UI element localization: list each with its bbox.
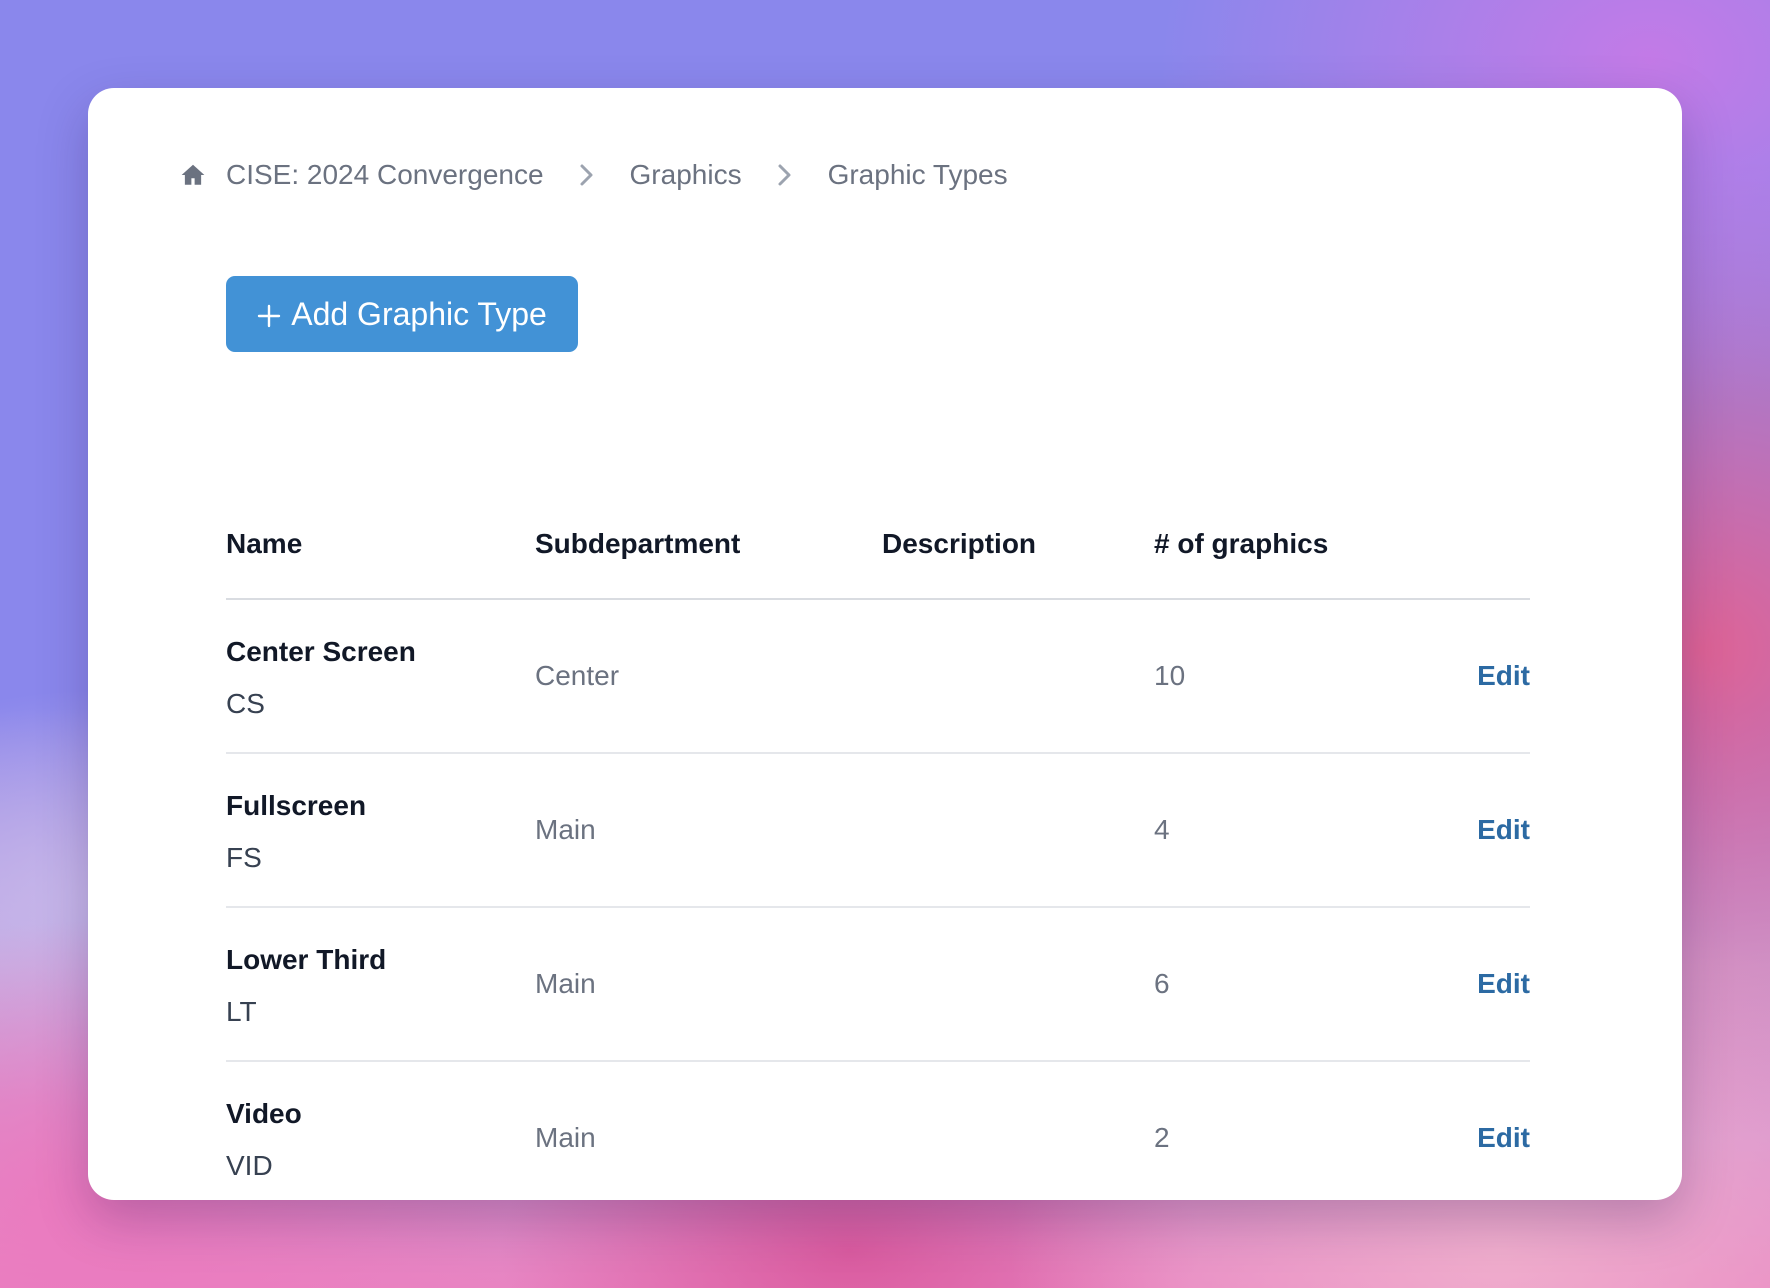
- name-cell: Fullscreen FS: [226, 790, 366, 874]
- subdepartment-cell: Main: [535, 968, 596, 999]
- subdepartment-cell: Main: [535, 1122, 596, 1153]
- breadcrumb-item-graphics[interactable]: Graphics: [630, 159, 742, 191]
- add-graphic-type-button[interactable]: Add Graphic Type: [226, 276, 578, 352]
- graphic-type-code: VID: [226, 1150, 273, 1181]
- edit-link[interactable]: Edit: [1477, 968, 1530, 1000]
- name-cell: Lower Third LT: [226, 944, 386, 1028]
- breadcrumb-item-graphic-types[interactable]: Graphic Types: [828, 159, 1008, 191]
- column-header-count[interactable]: # of graphics: [1154, 528, 1328, 560]
- edit-link[interactable]: Edit: [1477, 660, 1530, 692]
- graphic-type-name: Fullscreen: [226, 790, 367, 821]
- graphic-type-name: Lower Third: [226, 944, 387, 975]
- column-header-name[interactable]: Name: [226, 528, 302, 560]
- breadcrumb: CISE: 2024 Convergence Graphics Graphic …: [180, 154, 1008, 196]
- table-row: Center Screen CS Center 10 Edit: [226, 600, 1530, 754]
- add-graphic-type-label: Add Graphic Type: [291, 295, 547, 332]
- chevron-right-icon: [576, 162, 596, 188]
- graphic-type-code: FS: [226, 842, 262, 873]
- table-row: Video VID Main 2 Edit: [226, 1062, 1530, 1216]
- graphics-count-cell: 10: [1154, 660, 1186, 691]
- graphics-count-cell: 6: [1154, 968, 1170, 999]
- content-card: CISE: 2024 Convergence Graphics Graphic …: [88, 88, 1682, 1200]
- subdepartment-cell: Main: [535, 814, 596, 845]
- graphic-type-code: LT: [226, 996, 257, 1027]
- subdepartment-cell: Center: [535, 660, 620, 691]
- column-header-description[interactable]: Description: [882, 528, 1036, 560]
- table-header: Name Subdepartment Description # of grap…: [226, 428, 1530, 600]
- name-cell: Video VID: [226, 1098, 302, 1182]
- graphic-types-table: Name Subdepartment Description # of grap…: [226, 428, 1530, 1216]
- graphics-count-cell: 4: [1154, 814, 1170, 845]
- edit-link[interactable]: Edit: [1477, 814, 1530, 846]
- column-header-subdepartment[interactable]: Subdepartment: [535, 528, 740, 560]
- table-row: Fullscreen FS Main 4 Edit: [226, 754, 1530, 908]
- chevron-right-icon: [774, 162, 794, 188]
- name-cell: Center Screen CS: [226, 636, 416, 720]
- plus-icon: [257, 304, 281, 328]
- graphic-type-code: CS: [226, 688, 265, 719]
- graphics-count-cell: 2: [1154, 1122, 1170, 1153]
- graphic-type-name: Video: [226, 1098, 302, 1129]
- graphic-type-name: Center Screen: [226, 636, 416, 667]
- home-icon[interactable]: [180, 162, 206, 188]
- breadcrumb-item-project[interactable]: CISE: 2024 Convergence: [226, 159, 544, 191]
- edit-link[interactable]: Edit: [1477, 1122, 1530, 1154]
- table-row: Lower Third LT Main 6 Edit: [226, 908, 1530, 1062]
